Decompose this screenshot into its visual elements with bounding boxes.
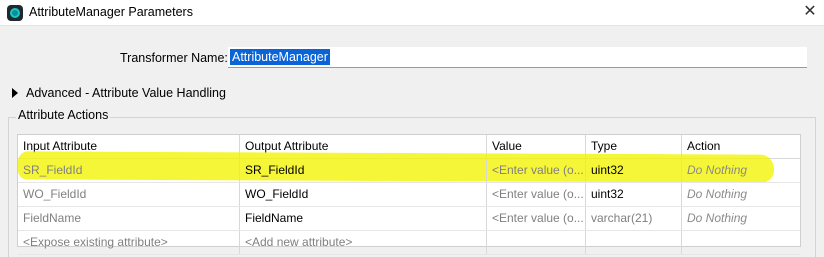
- type-cell[interactable]: uint32: [586, 159, 682, 182]
- table-row[interactable]: SR_FieldId SR_FieldId <Enter value (o...…: [18, 159, 800, 183]
- type-cell[interactable]: uint32: [586, 183, 682, 206]
- transformer-name-value: AttributeManager: [230, 49, 330, 65]
- advanced-section-label: Advanced - Attribute Value Handling: [26, 86, 226, 100]
- output-attribute-cell[interactable]: WO_FieldId: [240, 183, 487, 206]
- output-attribute-cell[interactable]: SR_FieldId: [240, 159, 487, 182]
- attribute-actions-label: Attribute Actions: [16, 108, 111, 122]
- value-cell[interactable]: <Enter value (o...: [487, 207, 586, 230]
- table-row[interactable]: FieldName FieldName <Enter value (o... v…: [18, 207, 800, 231]
- fme-app-icon: [7, 5, 23, 21]
- triangle-right-icon: [12, 88, 18, 98]
- input-attribute-cell[interactable]: FieldName: [18, 207, 240, 230]
- value-cell[interactable]: <Enter value (o...: [487, 183, 586, 206]
- value-cell[interactable]: [487, 231, 586, 254]
- window-title: AttributeManager Parameters: [29, 5, 193, 19]
- attribute-table: Input Attribute Output Attribute Value T…: [17, 134, 801, 255]
- type-cell[interactable]: varchar(21): [586, 207, 682, 230]
- close-icon[interactable]: ✕: [800, 2, 820, 22]
- action-cell[interactable]: [682, 231, 800, 254]
- type-cell[interactable]: [586, 231, 682, 254]
- input-attribute-cell[interactable]: WO_FieldId: [18, 183, 240, 206]
- action-cell[interactable]: Do Nothing: [682, 207, 800, 230]
- action-cell[interactable]: Do Nothing: [682, 159, 800, 182]
- output-attribute-cell[interactable]: FieldName: [240, 207, 487, 230]
- table-row[interactable]: WO_FieldId WO_FieldId <Enter value (o...…: [18, 183, 800, 207]
- input-attribute-cell[interactable]: SR_FieldId: [18, 159, 240, 182]
- transformer-name-input[interactable]: AttributeManager: [228, 47, 807, 68]
- expose-existing-attribute-cell[interactable]: <Expose existing attribute>: [18, 231, 240, 254]
- table-row[interactable]: <Expose existing attribute> <Add new att…: [18, 231, 800, 255]
- add-new-attribute-cell[interactable]: <Add new attribute>: [240, 231, 487, 254]
- title-bar: AttributeManager Parameters ✕: [0, 0, 824, 26]
- transformer-name-label: Transformer Name:: [120, 51, 228, 65]
- action-cell[interactable]: Do Nothing: [682, 183, 800, 206]
- value-cell[interactable]: <Enter value (o...: [487, 159, 586, 182]
